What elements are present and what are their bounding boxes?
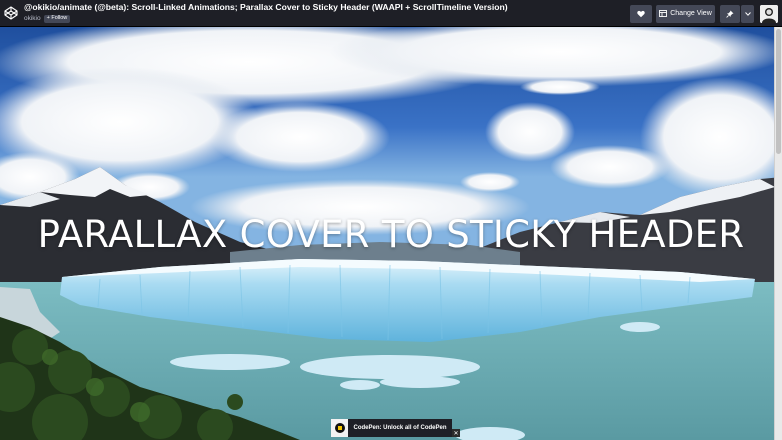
preview-scrollbar[interactable] <box>774 27 782 440</box>
pen-owner[interactable]: okikio <box>24 15 41 23</box>
change-view-label: Change View <box>670 10 712 17</box>
codepen-header: @okikio/animate (@beta): Scroll-Linked A… <box>0 0 782 27</box>
pen-preview: PARALLAX COVER TO STICKY HEADER <box>0 27 782 440</box>
ad-text[interactable]: CodePen: Unlock all of CodePen <box>348 419 452 437</box>
ad-logo-icon <box>331 419 348 437</box>
follow-button[interactable]: + Follow <box>43 15 71 23</box>
pin-button[interactable] <box>720 4 740 23</box>
hero-title: PARALLAX COVER TO STICKY HEADER <box>37 213 745 256</box>
layout-icon <box>659 10 668 17</box>
pin-icon <box>726 10 734 18</box>
pen-title: @okikio/animate (@beta): Scroll-Linked A… <box>24 2 508 13</box>
scrollbar-thumb[interactable] <box>776 29 781 154</box>
change-view-button[interactable]: Change View <box>656 4 715 23</box>
ad-close-button[interactable]: ✕ <box>452 429 460 437</box>
chevron-down-icon <box>744 11 751 16</box>
codepen-logo-icon[interactable] <box>3 5 19 21</box>
pin-dropdown-button[interactable] <box>741 4 754 23</box>
user-avatar[interactable] <box>760 4 778 23</box>
header-actions: Change View <box>626 0 782 27</box>
love-button[interactable] <box>630 4 652 23</box>
codepen-ad-banner[interactable]: CodePen: Unlock all of CodePen ✕ <box>331 419 460 437</box>
pen-info: @okikio/animate (@beta): Scroll-Linked A… <box>24 2 508 23</box>
heart-icon <box>637 10 645 17</box>
